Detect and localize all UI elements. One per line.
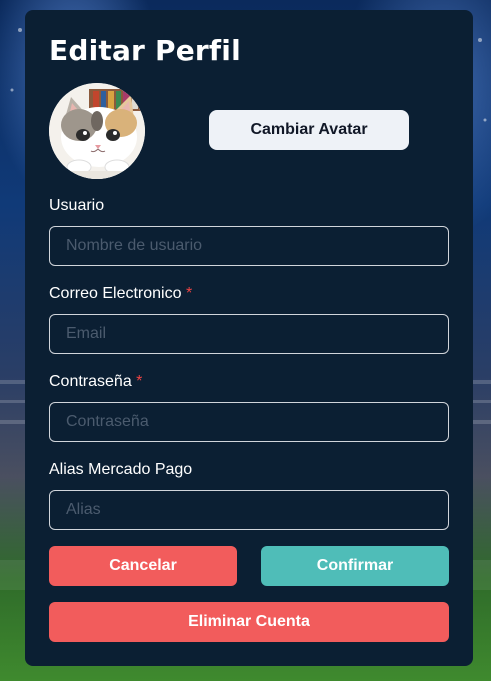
required-marker: * [185, 285, 193, 302]
alias-label-text: Alias Mercado Pago [49, 461, 193, 478]
cancel-button[interactable]: Cancelar [49, 546, 237, 586]
delete-account-button[interactable]: Eliminar Cuenta [49, 602, 449, 642]
page-title: Editar Perfil [49, 34, 241, 67]
password-input[interactable] [49, 402, 449, 442]
password-label-text: Contraseña [49, 373, 132, 390]
required-marker: * [136, 373, 143, 390]
email-label-text: Correo Electronico [49, 285, 182, 302]
username-label: Usuario [49, 197, 104, 215]
username-input[interactable] [49, 226, 449, 266]
password-label: Contraseña * [49, 373, 142, 391]
email-input[interactable] [49, 314, 449, 354]
confirm-button[interactable]: Confirmar [261, 546, 449, 586]
alias-label: Alias Mercado Pago [49, 461, 192, 479]
email-label: Correo Electronico * [49, 285, 192, 303]
username-label-text: Usuario [49, 197, 105, 214]
kitten-avatar-icon [49, 83, 145, 179]
edit-profile-card: Editar Perfil Cambiar Avatar Usuario Nom… [25, 10, 473, 666]
change-avatar-button[interactable]: Cambiar Avatar [209, 110, 409, 150]
avatar [49, 83, 145, 179]
alias-input[interactable] [49, 490, 449, 530]
